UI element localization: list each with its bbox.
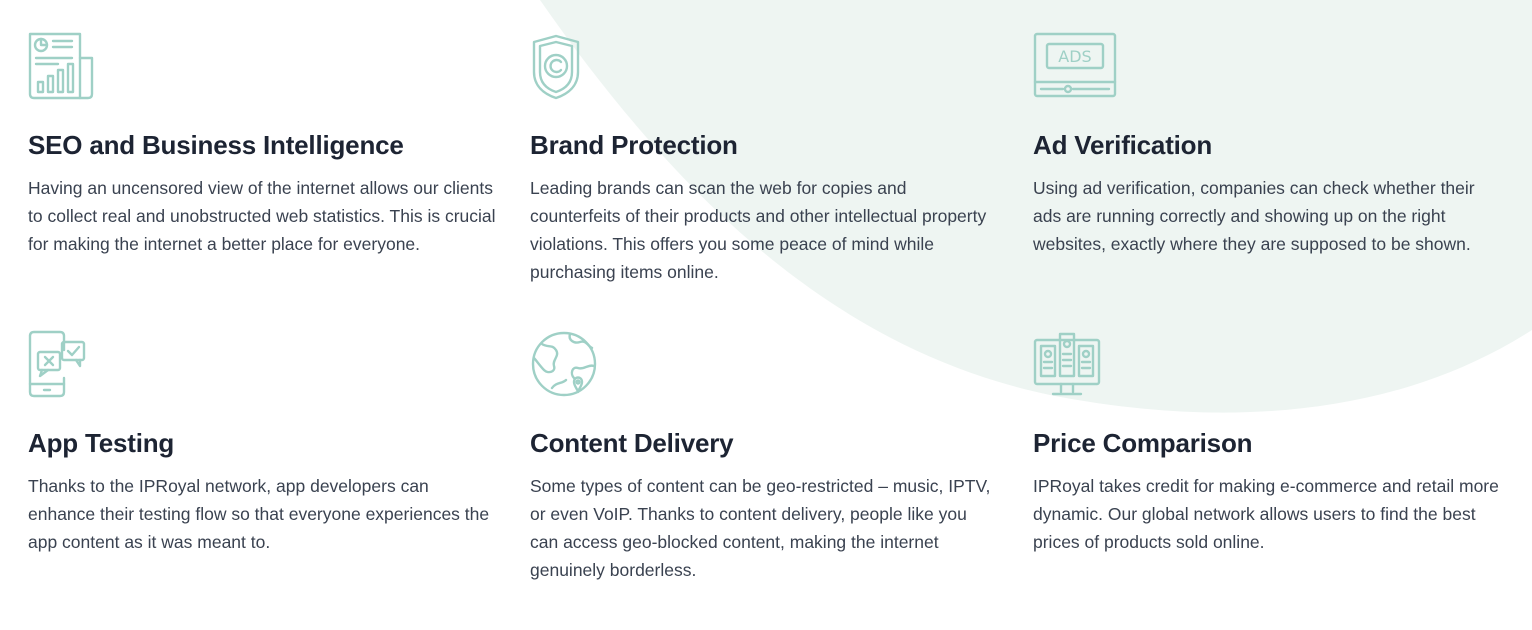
feature-card-price-comparison: Price Comparison IPRoyal takes credit fo… [1033, 330, 1532, 630]
feature-card-app-testing: App Testing Thanks to the IPRoyal networ… [28, 330, 530, 630]
feature-description: Some types of content can be geo-restric… [530, 476, 991, 580]
seo-report-icon [28, 32, 98, 102]
feature-title: Price Comparison [1033, 428, 1253, 458]
feature-description: Having an uncensored view of the interne… [28, 178, 496, 254]
ads-screen-icon: ADS [1033, 32, 1117, 102]
phone-chat-icon [28, 330, 98, 400]
feature-title: Content Delivery [530, 428, 734, 458]
feature-description: Thanks to the IPRoyal network, app devel… [28, 476, 490, 552]
feature-title: Brand Protection [530, 130, 738, 160]
feature-title: App Testing [28, 428, 175, 458]
feature-card-ad-verification: ADS Ad Verification Using ad verificatio… [1033, 32, 1532, 330]
feature-title: Ad Verification [1033, 130, 1213, 160]
feature-description: IPRoyal takes credit for making e-commer… [1033, 476, 1499, 552]
feature-title: SEO and Business Intelligence [28, 130, 404, 160]
globe-pin-icon [530, 330, 600, 400]
feature-card-brand-protection: Brand Protection Leading brands can scan… [530, 32, 1033, 330]
feature-description: Leading brands can scan the web for copi… [530, 178, 987, 282]
feature-card-seo: SEO and Business Intelligence Having an … [28, 32, 530, 330]
feature-card-content-delivery: Content Delivery Some types of content c… [530, 330, 1033, 630]
monitor-compare-icon [1033, 330, 1103, 400]
svg-text:ADS: ADS [1058, 47, 1091, 66]
feature-description: Using ad verification, companies can che… [1033, 178, 1475, 254]
features-grid: SEO and Business Intelligence Having an … [0, 0, 1532, 630]
shield-copyright-icon [530, 32, 600, 102]
